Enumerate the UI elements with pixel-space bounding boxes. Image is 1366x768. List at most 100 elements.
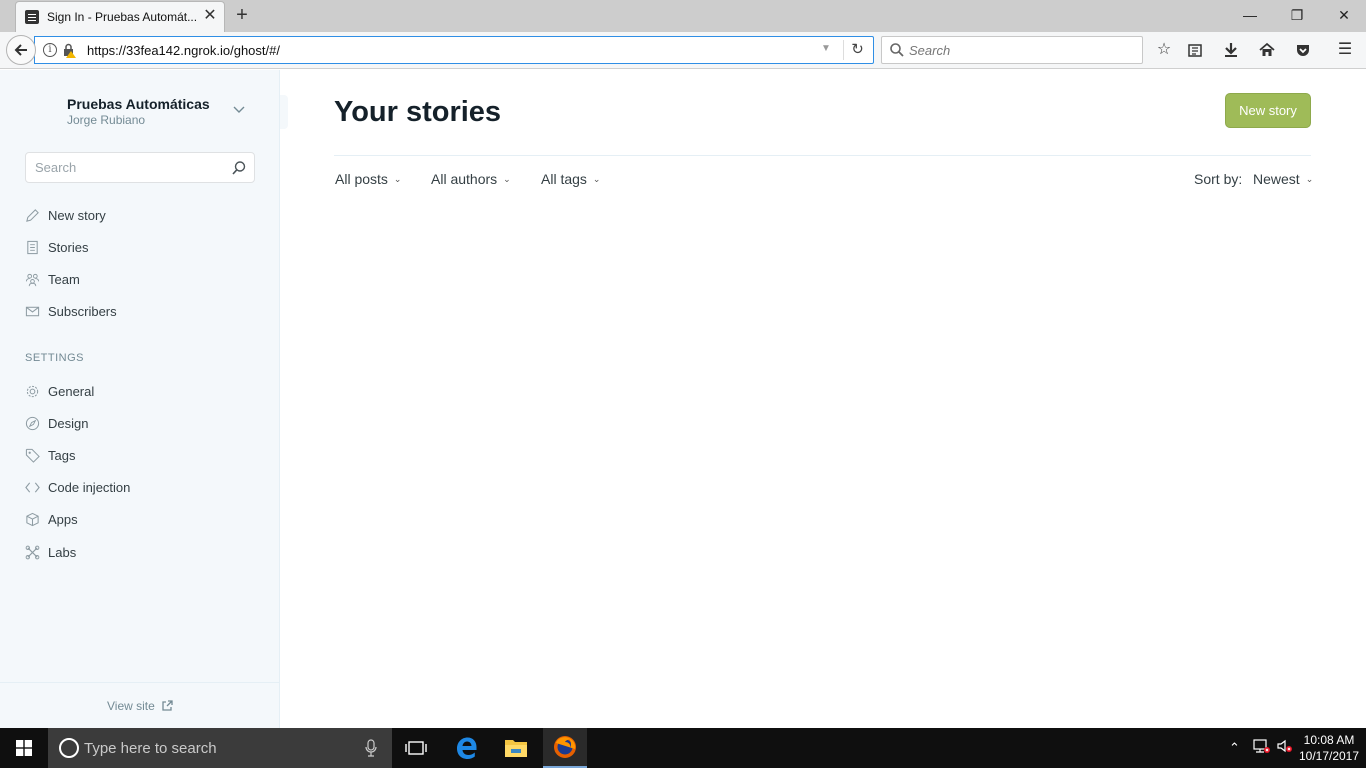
sidebar-item-stories[interactable]: Stories: [25, 236, 265, 258]
code-icon: [25, 481, 40, 493]
back-button[interactable]: [6, 35, 36, 65]
edge-icon: [457, 737, 477, 759]
filter-posts-dropdown[interactable]: All posts ⌄: [335, 171, 401, 187]
page-icon: [25, 10, 39, 24]
user-name[interactable]: Jorge Rubiano: [67, 113, 145, 127]
chevron-down-icon: ⌄: [503, 173, 511, 184]
system-clock[interactable]: 10:08 AM 10/17/2017: [1296, 732, 1362, 764]
volume-muted-icon[interactable]: [1276, 738, 1294, 757]
clock-date: 10/17/2017: [1298, 749, 1360, 763]
filter-authors-label: All authors: [431, 171, 498, 187]
search-placeholder: Search: [909, 43, 951, 58]
reload-icon[interactable]: ↻: [843, 40, 871, 60]
sidebar-edge: [280, 95, 288, 129]
arrow-left-icon: [14, 44, 27, 56]
sidebar-item-labs[interactable]: Labs: [25, 541, 265, 563]
search-icon[interactable]: [231, 160, 247, 176]
new-story-button[interactable]: New story: [1225, 93, 1311, 128]
external-link-icon: [162, 700, 173, 711]
sidebar-item-label: Code injection: [48, 479, 131, 495]
document-icon: [27, 240, 38, 254]
page-title: Your stories: [334, 96, 502, 128]
sidebar-search[interactable]: [25, 152, 255, 183]
sidebar-item-new-story[interactable]: New story: [25, 204, 265, 226]
sort-value: Newest: [1253, 171, 1300, 187]
browser-search-field[interactable]: Search: [881, 36, 1143, 64]
minimize-icon[interactable]: —: [1237, 4, 1263, 26]
task-view-button[interactable]: [394, 728, 438, 768]
filter-posts-label: All posts: [335, 171, 388, 187]
sidebar-item-general[interactable]: General: [25, 380, 265, 402]
new-tab-icon[interactable]: +: [232, 5, 252, 25]
filter-authors-dropdown[interactable]: All authors ⌄: [431, 171, 511, 187]
task-view-icon: [405, 741, 427, 755]
pocket-icon[interactable]: [1293, 40, 1313, 60]
tab-title: Sign In - Pruebas Automát...: [47, 10, 197, 24]
taskbar-file-explorer[interactable]: [494, 728, 538, 768]
sidebar-item-label: Team: [48, 271, 80, 287]
browser-tab-strip: Sign In - Pruebas Automát... ✕ + — ❐ ✕: [0, 0, 1366, 32]
taskbar-firefox[interactable]: [543, 728, 587, 768]
download-icon[interactable]: [1221, 40, 1241, 60]
blog-title[interactable]: Pruebas Automáticas: [67, 96, 210, 112]
box-icon: [26, 512, 39, 526]
cortana-icon: [59, 738, 79, 758]
filter-tags-label: All tags: [541, 171, 587, 187]
chevron-down-icon[interactable]: [232, 102, 246, 116]
url-bar[interactable]: i https://33fea142.ngrok.io/ghost/#/ ▼ ↻: [34, 36, 874, 64]
start-button[interactable]: [0, 728, 48, 768]
sidebar-item-label: Labs: [48, 544, 77, 560]
sidebar-item-label: New story: [48, 207, 106, 223]
chevron-down-icon[interactable]: ▼: [821, 43, 831, 54]
sidebar-item-label: Subscribers: [48, 303, 117, 319]
close-window-icon[interactable]: ✕: [1331, 4, 1357, 26]
view-site-label: View site: [107, 699, 155, 713]
menu-icon[interactable]: ☰: [1335, 40, 1355, 60]
sidebar-item-label: Stories: [48, 239, 89, 255]
microphone-icon[interactable]: [364, 739, 378, 757]
sort-label: Sort by:: [1194, 171, 1243, 187]
network-icon[interactable]: [1252, 738, 1270, 757]
close-tab-icon[interactable]: ✕: [202, 8, 218, 24]
sidebar-item-subscribers[interactable]: Subscribers: [25, 300, 265, 322]
taskbar-search[interactable]: Type here to search: [48, 728, 392, 768]
sidebar-search-input[interactable]: [35, 160, 225, 175]
sidebar-item-label: Tags: [48, 447, 76, 463]
sidebar-item-apps[interactable]: Apps: [25, 508, 265, 530]
header-divider: [334, 155, 1311, 156]
chevron-up-icon[interactable]: ⌃: [1229, 740, 1240, 756]
team-icon: [25, 273, 40, 286]
pencil-icon: [26, 208, 39, 222]
sidebar-item-team[interactable]: Team: [25, 268, 265, 290]
labs-icon: [25, 545, 40, 559]
sidebar-footer: View site: [0, 682, 279, 728]
chevron-down-icon: ⌄: [1305, 173, 1314, 184]
reading-list-icon[interactable]: [1185, 40, 1205, 60]
taskbar: Type here to search ⌃ 10:08 AM 10/17/201…: [0, 728, 1366, 768]
folder-icon: [505, 740, 527, 757]
chevron-down-icon: ⌄: [592, 173, 601, 184]
sidebar-item-label: Design: [48, 415, 89, 431]
tag-icon: [25, 448, 40, 463]
settings-heading: SETTINGS: [25, 352, 85, 364]
info-icon[interactable]: i: [43, 43, 57, 57]
view-site-link[interactable]: View site: [107, 699, 173, 713]
sort-dropdown[interactable]: Newest ⌄: [1253, 171, 1313, 187]
sidebar-item-design[interactable]: Design: [25, 412, 265, 434]
firefox-icon: [554, 736, 576, 758]
sidebar-item-label: Apps: [48, 511, 78, 527]
clock-time: 10:08 AM: [1303, 733, 1355, 747]
taskbar-search-placeholder: Type here to search: [84, 740, 217, 757]
sidebar-item-code-injection[interactable]: Code injection: [25, 476, 265, 498]
browser-toolbar: i https://33fea142.ngrok.io/ghost/#/ ▼ ↻…: [0, 32, 1366, 69]
envelope-icon: [25, 306, 40, 316]
taskbar-edge-app[interactable]: [445, 728, 489, 768]
restore-icon[interactable]: ❐: [1284, 4, 1310, 26]
bookmark-star-icon[interactable]: ☆: [1154, 40, 1174, 60]
filter-tags-dropdown[interactable]: All tags ⌄: [541, 171, 600, 187]
warning-lock-icon[interactable]: [61, 42, 77, 58]
browser-tab[interactable]: Sign In - Pruebas Automát... ✕: [15, 1, 225, 32]
url-text[interactable]: https://33fea142.ngrok.io/ghost/#/: [87, 43, 280, 58]
home-icon[interactable]: [1257, 40, 1277, 60]
sidebar-item-tags[interactable]: Tags: [25, 444, 265, 466]
